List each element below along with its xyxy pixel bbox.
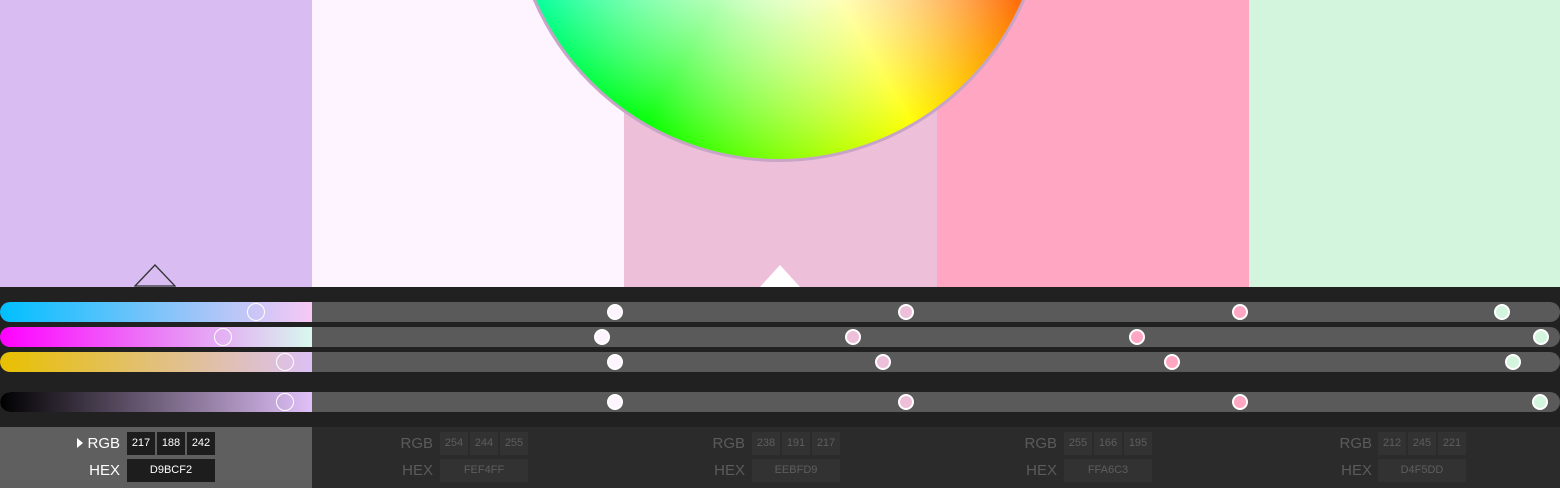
hex-label: HEX (1026, 462, 1057, 479)
green-value[interactable]: 188 (157, 432, 185, 455)
magenta-knob-3[interactable] (845, 329, 862, 345)
magenta-knob-4[interactable] (1129, 329, 1146, 345)
blue-value[interactable]: 242 (187, 432, 215, 455)
hex-value[interactable]: D9BCF2 (127, 459, 215, 482)
rgb-label: RGB (1024, 435, 1057, 452)
green-value[interactable]: 191 (782, 432, 810, 455)
swatch-5[interactable] (1249, 0, 1560, 287)
cyan-knob-5[interactable] (1494, 304, 1511, 320)
hex-label: HEX (714, 462, 745, 479)
hex-label: HEX (89, 462, 120, 479)
hex-value[interactable]: FEF4FF (440, 459, 528, 482)
red-value[interactable]: 238 (752, 432, 780, 455)
green-value[interactable]: 245 (1408, 432, 1436, 455)
swatch-values-5[interactable]: RGB 212 245 221 HEX D4F5DD (1249, 427, 1560, 488)
cyan-knob-3[interactable] (898, 304, 915, 320)
black-knob-5[interactable] (1531, 394, 1548, 410)
swatch-values-2[interactable]: RGB 254 244 255 HEX FEF4FF (312, 427, 624, 488)
swatch-values-3[interactable]: RGB 238 191 217 HEX EEBFD9 (624, 427, 936, 488)
rgb-label: RGB (712, 435, 745, 452)
green-value[interactable]: 244 (470, 432, 498, 455)
green-value[interactable]: 166 (1094, 432, 1122, 455)
red-value[interactable]: 217 (127, 432, 155, 455)
rgb-label: RGB (400, 435, 433, 452)
magenta-knob-1[interactable] (214, 328, 233, 346)
hex-label: HEX (402, 462, 433, 479)
yellow-knob-3[interactable] (874, 354, 891, 370)
yellow-knob-5[interactable] (1505, 354, 1522, 370)
magenta-knob-5[interactable] (1533, 329, 1550, 345)
blue-value[interactable]: 217 (812, 432, 840, 455)
black-knob-1[interactable] (276, 393, 295, 411)
black-slider[interactable] (0, 392, 1560, 412)
blue-value[interactable]: 195 (1124, 432, 1152, 455)
red-value[interactable]: 255 (1064, 432, 1092, 455)
black-knob-4[interactable] (1232, 394, 1249, 410)
yellow-knob-2[interactable] (606, 354, 623, 370)
yellow-knob-4[interactable] (1163, 354, 1180, 370)
blue-value[interactable]: 221 (1438, 432, 1466, 455)
yellow-knob-1[interactable] (276, 353, 295, 371)
black-knob-2[interactable] (606, 394, 623, 410)
color-values-panel: RGB 217 188 242 HEX D9BCF2 RGB 254 244 2… (0, 427, 1560, 488)
swatch-values-1[interactable]: RGB 217 188 242 HEX D9BCF2 (0, 427, 312, 488)
swatch-strip (0, 0, 1560, 287)
red-value[interactable]: 212 (1378, 432, 1406, 455)
yellow-slider[interactable] (0, 352, 1560, 372)
selected-swatch-marker-icon[interactable] (760, 265, 800, 287)
red-value[interactable]: 254 (440, 432, 468, 455)
cyan-knob-4[interactable] (1232, 304, 1249, 320)
cyan-slider[interactable] (0, 302, 1560, 322)
hex-value[interactable]: FFA6C3 (1064, 459, 1152, 482)
hex-value[interactable]: D4F5DD (1378, 459, 1466, 482)
hex-label: HEX (1341, 462, 1372, 479)
rgb-label: RGB (1339, 435, 1372, 452)
swatch-values-4[interactable]: RGB 255 166 195 HEX FFA6C3 (937, 427, 1249, 488)
magenta-knob-2[interactable] (594, 329, 611, 345)
cmyk-sliders (0, 287, 1560, 427)
cyan-knob-1[interactable] (246, 303, 265, 321)
rgb-label: RGB (87, 435, 120, 452)
swatch-1[interactable] (0, 0, 312, 287)
blue-value[interactable]: 255 (500, 432, 528, 455)
magenta-slider[interactable] (0, 327, 1560, 347)
cyan-knob-2[interactable] (606, 304, 623, 320)
hex-value[interactable]: EEBFD9 (752, 459, 840, 482)
current-swatch-marker-icon[interactable] (134, 264, 176, 287)
black-knob-3[interactable] (898, 394, 915, 410)
